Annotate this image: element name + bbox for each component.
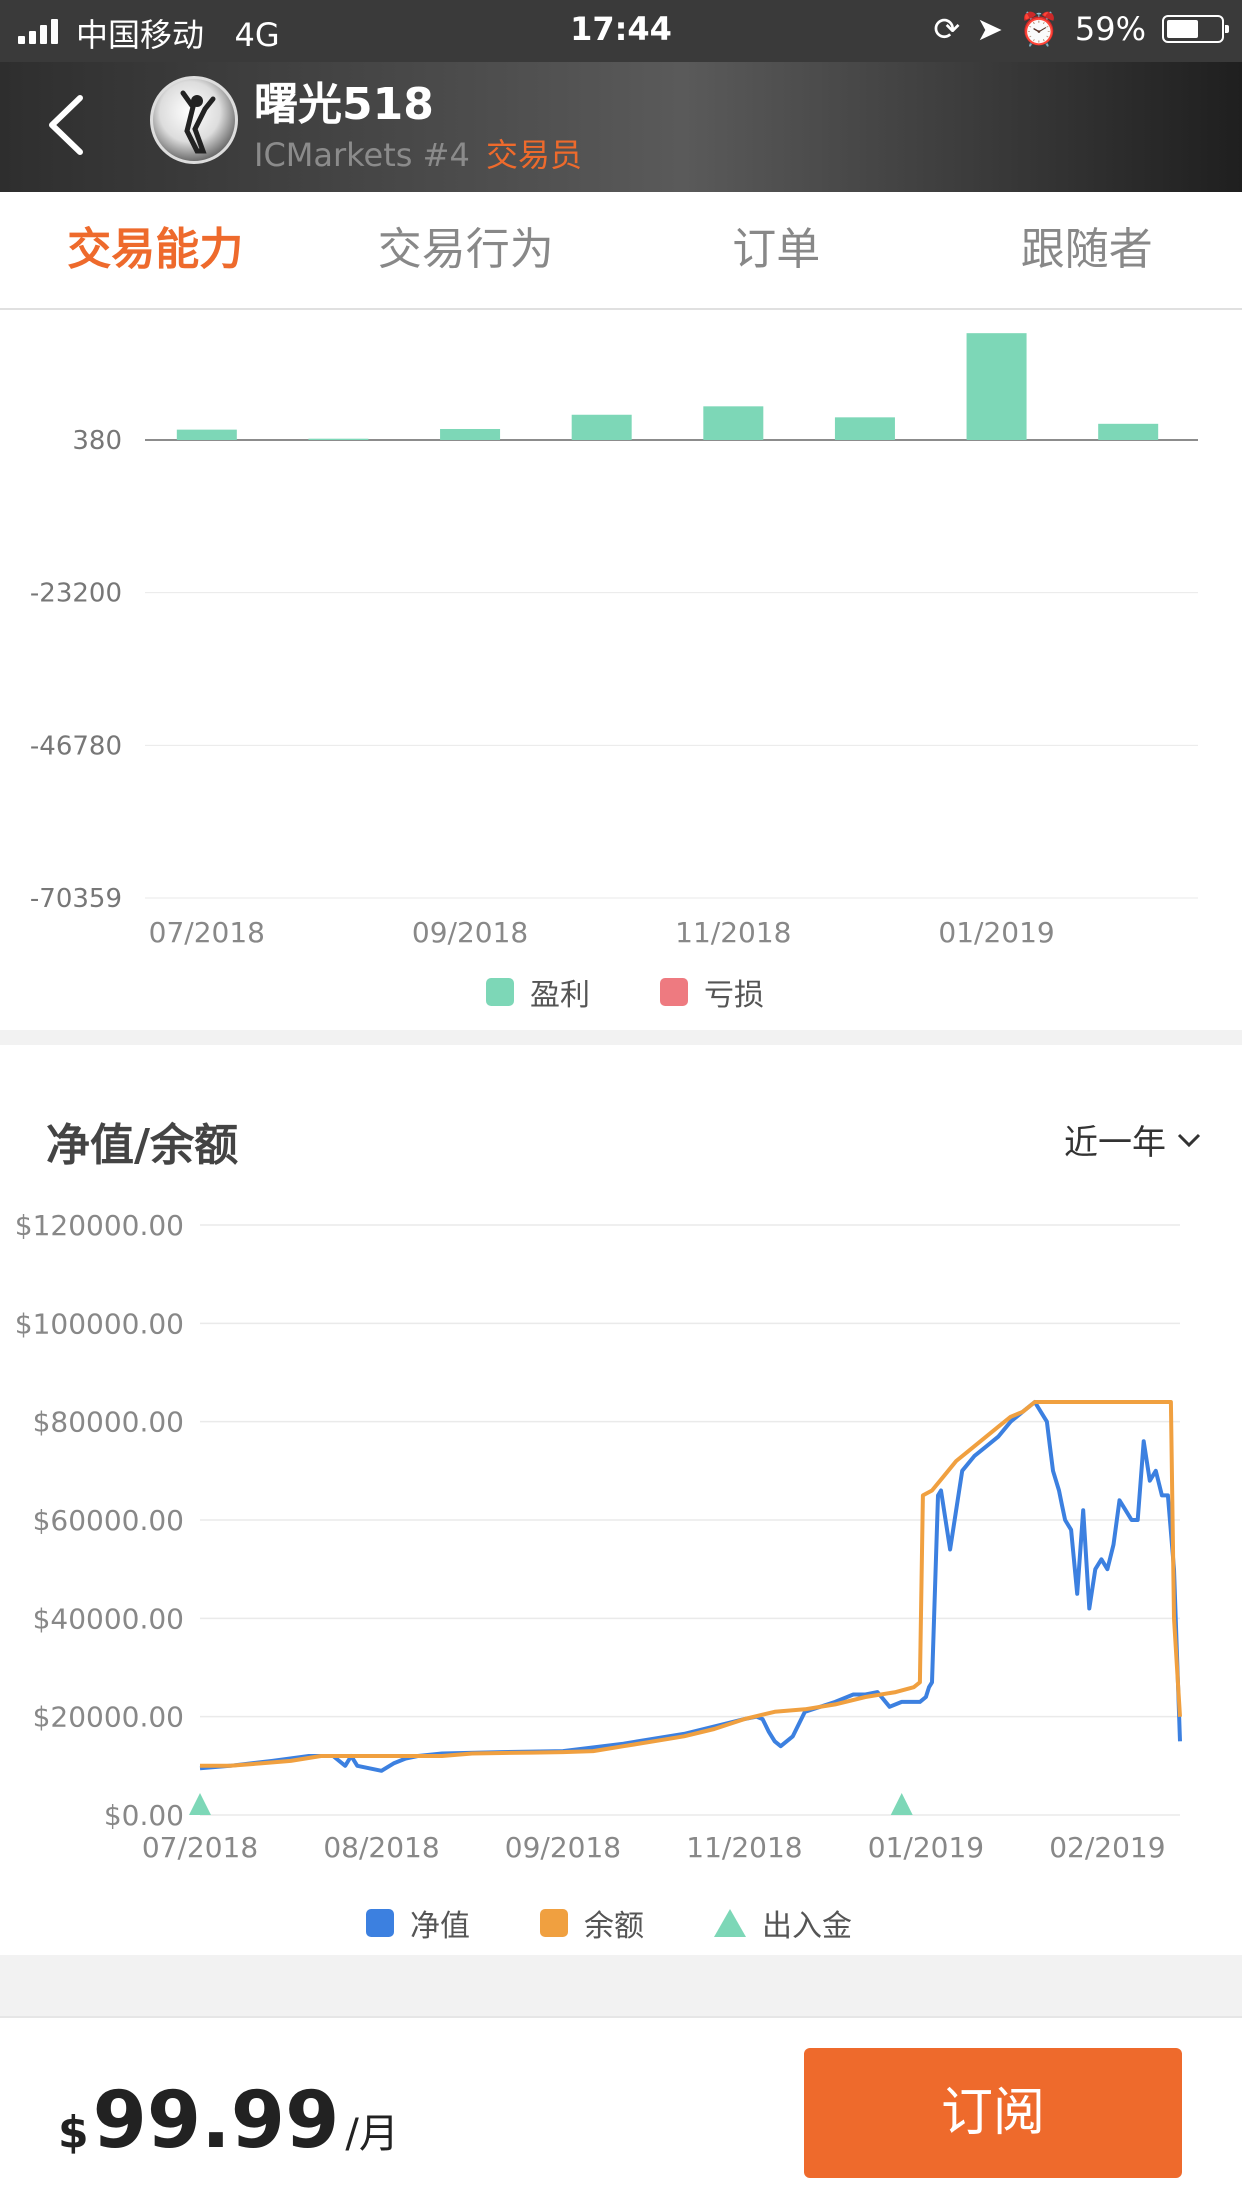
tab-orders[interactable]: 订单 xyxy=(621,192,932,308)
x-tick-label: 11/2018 xyxy=(675,916,791,949)
y-tick-label: $0.00 xyxy=(104,1799,184,1832)
profit-bar xyxy=(177,430,237,440)
profit-bar xyxy=(308,439,368,440)
legend-swatch-balance xyxy=(540,1909,568,1937)
status-bar: 中国移动 4G 17:44 ⟳ ➤ ⏰ 59% xyxy=(0,0,1242,62)
trader-subtitle: ICMarkets #4 交易员 xyxy=(254,130,582,176)
legend-triangle-icon xyxy=(714,1909,746,1937)
y-tick-label: $60000.00 xyxy=(33,1504,184,1537)
battery-percent: 59% xyxy=(1075,10,1146,48)
equity-chart-legend: 净值 余额 出入金 xyxy=(366,1901,852,1945)
legend-swatch-loss xyxy=(660,978,688,1006)
deposit-marker xyxy=(891,1793,913,1815)
tab-trading-behavior[interactable]: 交易行为 xyxy=(311,192,622,308)
status-right: ⟳ ➤ ⏰ 59% xyxy=(933,10,1224,48)
profit-bar-chart: 380 -23200 -46780 -70359 07/2018 09/2018 11/20… xyxy=(0,310,1242,950)
legend-label-profit: 盈利 xyxy=(530,970,590,1014)
avatar-figure-icon xyxy=(153,79,235,161)
trader-name: 曙光518 xyxy=(254,68,434,132)
broker-rank: ICMarkets #4 xyxy=(254,136,470,174)
avatar[interactable] xyxy=(150,76,238,164)
legend-item-equity[interactable]: 净值 xyxy=(366,1901,470,1945)
trader-header: 曙光518 ICMarkets #4 交易员 xyxy=(0,62,1242,192)
x-tick-label: 08/2018 xyxy=(323,1831,439,1864)
x-tick-label: 09/2018 xyxy=(412,916,528,949)
y-tick-label: $100000.00 xyxy=(15,1307,184,1340)
legend-item-deposits[interactable]: 出入金 xyxy=(714,1901,852,1945)
legend-item-profit[interactable]: 盈利 xyxy=(486,970,590,1014)
x-tick-label: 09/2018 xyxy=(505,1831,621,1864)
legend-swatch-equity xyxy=(366,1909,394,1937)
profit-bar xyxy=(572,415,632,440)
subscribe-footer: $ 99.99 /月 订阅 xyxy=(0,2016,1242,2210)
tab-followers[interactable]: 跟随者 xyxy=(932,192,1242,308)
y-tick-label: -23200 xyxy=(30,579,122,609)
balance-line xyxy=(200,1402,1180,1766)
profit-bar xyxy=(835,417,895,440)
y-tick-label: -46780 xyxy=(30,731,122,761)
y-tick-label: $20000.00 xyxy=(33,1701,184,1734)
y-tick-label: $120000.00 xyxy=(15,1209,184,1242)
battery-icon xyxy=(1162,15,1224,43)
legend-swatch-profit xyxy=(486,978,514,1006)
legend-item-loss[interactable]: 亏损 xyxy=(660,970,764,1014)
legend-label-equity: 净值 xyxy=(410,1901,470,1945)
equity-chart-card: 净值/余额 近一年 $120000.00$100000.00$80000.00$… xyxy=(0,1045,1242,1955)
alarm-icon: ⏰ xyxy=(1019,10,1059,48)
profit-bar xyxy=(440,429,500,440)
profit-chart-legend: 盈利 亏损 xyxy=(486,970,764,1014)
x-tick-label: 01/2019 xyxy=(938,916,1054,949)
subscription-price: $ 99.99 /月 xyxy=(58,2076,399,2166)
location-icon: ➤ xyxy=(976,10,1003,48)
legend-label-deposits: 出入金 xyxy=(762,1901,852,1945)
tab-bar: 交易能力 交易行为 订单 跟随者 xyxy=(0,192,1242,310)
y-tick-label: $40000.00 xyxy=(33,1602,184,1635)
price-currency: $ xyxy=(58,2107,89,2158)
price-value: 99.99 xyxy=(93,2076,340,2166)
price-unit: /月 xyxy=(345,2101,398,2159)
x-tick-label: 02/2019 xyxy=(1049,1831,1165,1864)
back-button[interactable] xyxy=(40,90,100,160)
legend-item-balance[interactable]: 余额 xyxy=(540,1901,644,1945)
x-tick-label: 07/2018 xyxy=(149,916,265,949)
legend-label-balance: 余额 xyxy=(584,1901,644,1945)
subscribe-button[interactable]: 订阅 xyxy=(804,2048,1182,2178)
chevron-left-icon xyxy=(40,90,100,160)
legend-label-loss: 亏损 xyxy=(704,970,764,1014)
x-tick-label: 11/2018 xyxy=(686,1831,802,1864)
equity-line-chart: $120000.00 $100000.00 $80000.00 $60000.00 $4… xyxy=(0,1045,1242,1865)
profit-chart-card: 380 -23200 -46780 -70359 07/2018 09/2018 11/20… xyxy=(0,310,1242,1030)
profit-bar xyxy=(703,406,763,440)
trader-role-badge: 交易员 xyxy=(486,136,582,174)
x-tick-label: 07/2018 xyxy=(142,1831,258,1864)
tab-trading-ability[interactable]: 交易能力 xyxy=(0,192,311,308)
deposit-marker xyxy=(189,1793,211,1815)
profit-bar xyxy=(967,333,1027,440)
profit-bar xyxy=(1098,424,1158,440)
rotation-lock-icon: ⟳ xyxy=(933,10,960,48)
y-tick-label: -70359 xyxy=(30,884,122,914)
x-tick-label: 01/2019 xyxy=(868,1831,984,1864)
equity-line xyxy=(200,1402,1180,1771)
y-tick-label: $80000.00 xyxy=(33,1406,184,1439)
y-tick-label: 380 xyxy=(72,426,122,456)
